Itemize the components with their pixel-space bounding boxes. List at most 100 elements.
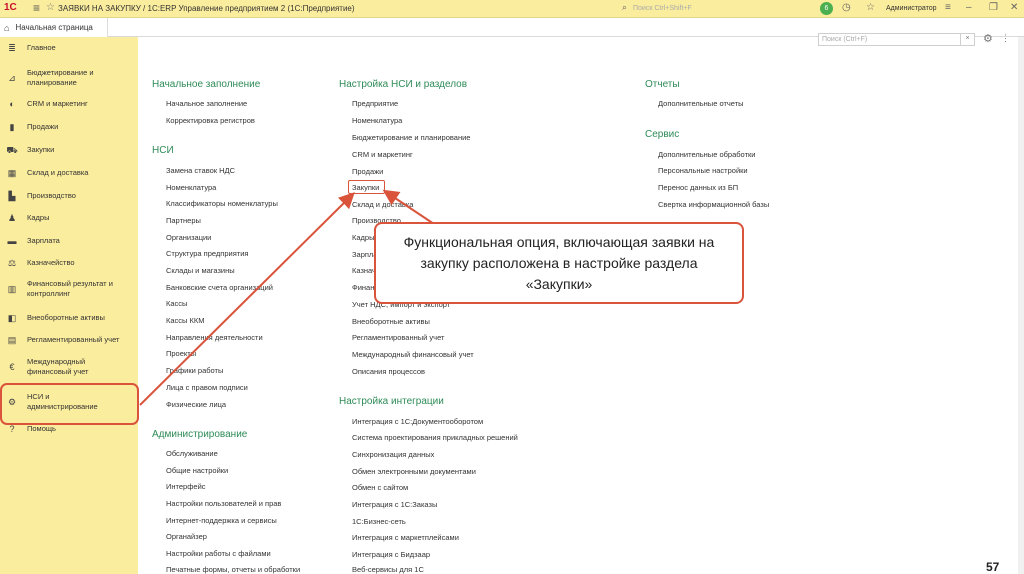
nav-link[interactable]: Органайзер (166, 532, 207, 541)
tab-home[interactable]: ⌂ Начальная страница (0, 18, 108, 37)
nav-link[interactable]: Бюджетирование и планирование (352, 133, 470, 142)
nav-link[interactable]: Классификаторы номенклатуры (166, 199, 278, 208)
nav-link[interactable]: Номенклатура (352, 116, 402, 125)
treasury-icon: ⚖ (7, 258, 17, 268)
nav-link[interactable]: Кассы ККМ (166, 316, 205, 325)
nav-link[interactable]: Печатные формы, отчеты и обработки (166, 565, 300, 574)
nav-link[interactable]: Обслуживание (166, 449, 218, 458)
history-icon[interactable]: ◷ (842, 2, 851, 13)
nav-link[interactable]: Регламентированный учет (352, 333, 444, 342)
nav-link[interactable]: Внеоборотные активы (352, 317, 430, 326)
user-name[interactable]: Администратор (886, 5, 937, 12)
nav-link[interactable]: 1С:Бизнес-сеть (352, 517, 406, 526)
sidebar-item-salary[interactable]: ▬ Зарплата (0, 236, 138, 246)
nav-link[interactable]: Проекты (166, 349, 196, 358)
notifications-badge[interactable]: 6 (820, 2, 833, 15)
sidebar-item-label: Продажи (27, 122, 59, 131)
assets-icon: ◧ (7, 313, 17, 323)
nav-link[interactable]: Интернет-поддержка и сервисы (166, 516, 277, 525)
nav-link[interactable]: Описания процессов (352, 367, 425, 376)
sidebar-item-finance[interactable]: ▥ Финансовый результат и контроллинг (0, 279, 138, 299)
gear-icon[interactable]: ⚙ (983, 32, 993, 45)
nav-link[interactable]: Продажи (352, 167, 383, 176)
section-heading: Начальное заполнение (152, 79, 261, 90)
nav-link[interactable]: Склад и доставка (352, 200, 413, 209)
sidebar-item-label: CRM и маркетинг (27, 99, 88, 108)
more-icon[interactable]: ⋮ (1001, 33, 1010, 44)
nav-link[interactable]: Международный финансовый учет (352, 350, 474, 359)
nav-link[interactable]: Свертка информационной базы (658, 200, 769, 209)
nav-link[interactable]: Организации (166, 233, 211, 242)
nav-link[interactable]: Структура предприятия (166, 249, 248, 258)
nav-link[interactable]: Дополнительные отчеты (658, 99, 744, 108)
sidebar-item-sales[interactable]: ▮ Продажи (0, 122, 138, 132)
nav-link[interactable]: Склады и магазины (166, 266, 235, 275)
nav-link[interactable]: Предприятие (352, 99, 398, 108)
sidebar-item-label: Регламентированный учет (27, 335, 120, 344)
main-menu-icon[interactable]: ≡ (33, 1, 40, 15)
restore-icon[interactable]: ❐ (989, 2, 998, 13)
nav-link[interactable]: Начальное заполнение (166, 99, 247, 108)
nav-link[interactable]: Номенклатура (166, 183, 216, 192)
sidebar-item-international[interactable]: € Международный финансовый учет (0, 357, 138, 377)
nav-link[interactable]: Интерфейс (166, 482, 206, 491)
nav-link[interactable]: Кадры (352, 233, 374, 242)
nav-link[interactable]: Веб-сервисы для 1С (352, 565, 424, 574)
search-clear-button[interactable]: × (960, 33, 974, 46)
nav-link[interactable]: Система проектирования прикладных решени… (352, 433, 518, 442)
sidebar-item-label: Международный финансовый учет (27, 357, 89, 376)
sidebar-item-label: Производство (27, 191, 76, 200)
sidebar-item-main[interactable]: ≣ Главное (0, 43, 138, 53)
window-title: ЗАЯВКИ НА ЗАКУПКУ / 1С:ERP Управление пр… (58, 4, 355, 13)
section-heading: Администрирование (152, 429, 248, 440)
chart-icon: ⊿ (8, 73, 16, 83)
global-search-input[interactable]: Поиск Ctrl+Shift+F (620, 2, 810, 15)
nav-link[interactable]: Интеграция с 1С:Заказы (352, 500, 437, 509)
section-heading: Сервис (645, 129, 680, 140)
scrollbar[interactable] (1018, 37, 1024, 574)
close-icon[interactable]: ✕ (1010, 2, 1018, 13)
sidebar-item-regulated[interactable]: ▤ Регламентированный учет (0, 335, 138, 345)
sidebar-item-crm[interactable]: ◐ CRM и маркетинг (0, 99, 138, 109)
sidebar-item-treasury[interactable]: ⚖ Казначейство (0, 258, 138, 268)
nav-link[interactable]: Лица с правом подписи (166, 383, 248, 392)
star-icon[interactable]: ☆ (866, 2, 875, 13)
sidebar-item-purchases[interactable]: ⛟ Закупки (0, 145, 138, 155)
nav-link[interactable]: Синхронизация данных (352, 450, 434, 459)
nav-link[interactable]: Дополнительные обработки (658, 150, 755, 159)
nav-link[interactable]: Кассы (166, 299, 187, 308)
minimize-icon[interactable]: – (966, 2, 972, 13)
nav-link[interactable]: Интеграция с маркетплейсами (352, 533, 459, 542)
sidebar-item-warehouse[interactable]: ▦ Склад и доставка (0, 168, 138, 178)
sidebar-item-help[interactable]: ? Помощь (0, 424, 138, 434)
nav-link[interactable]: CRM и маркетинг (352, 150, 413, 159)
nav-link[interactable]: Перенос данных из БП (658, 183, 738, 192)
settings-icon[interactable]: ≡ (945, 2, 951, 13)
sidebar-item-label: Закупки (27, 145, 55, 154)
sidebar-item-assets[interactable]: ◧ Внеоборотные активы (0, 313, 138, 323)
nav-link[interactable]: Настройки работы с файлами (166, 549, 271, 558)
nav-link[interactable]: Графики работы (166, 366, 223, 375)
nav-link[interactable]: Партнеры (166, 216, 201, 225)
callout-box: Функциональная опция, включающая заявки … (374, 222, 744, 304)
nav-link[interactable]: Направления деятельности (166, 333, 263, 342)
nav-link[interactable]: Банковские счета организаций (166, 283, 273, 292)
warehouse-icon: ▦ (7, 168, 17, 178)
nav-link[interactable]: Физические лица (166, 400, 226, 409)
nav-link[interactable]: Корректировка регистров (166, 116, 255, 125)
nav-link[interactable]: Общие настройки (166, 466, 228, 475)
nav-link[interactable]: Обмен электронными документами (352, 467, 476, 476)
sidebar-item-hr[interactable]: ♟ Кадры (0, 213, 138, 223)
nav-link[interactable]: Интеграция с Бидзаар (352, 550, 430, 559)
nav-link[interactable]: Замена ставок НДС (166, 166, 235, 175)
nav-link[interactable]: Настройки пользователей и прав (166, 499, 281, 508)
nav-link[interactable]: Персональные настройки (658, 166, 748, 175)
section-search-input[interactable]: Поиск (Ctrl+F) (818, 33, 975, 46)
sidebar-item-production[interactable]: ▙ Производство (0, 191, 138, 201)
nav-link[interactable]: Интеграция с 1С:Документооборотом (352, 417, 483, 426)
sidebar-item-label: Главное (27, 43, 56, 52)
nav-link[interactable]: Обмен с сайтом (352, 483, 408, 492)
favorites-icon[interactable]: ☆ (46, 2, 55, 13)
factory-icon: ▙ (8, 191, 16, 201)
sidebar-item-budgeting[interactable]: ⊿ Бюджетирование и планирование (0, 68, 138, 88)
